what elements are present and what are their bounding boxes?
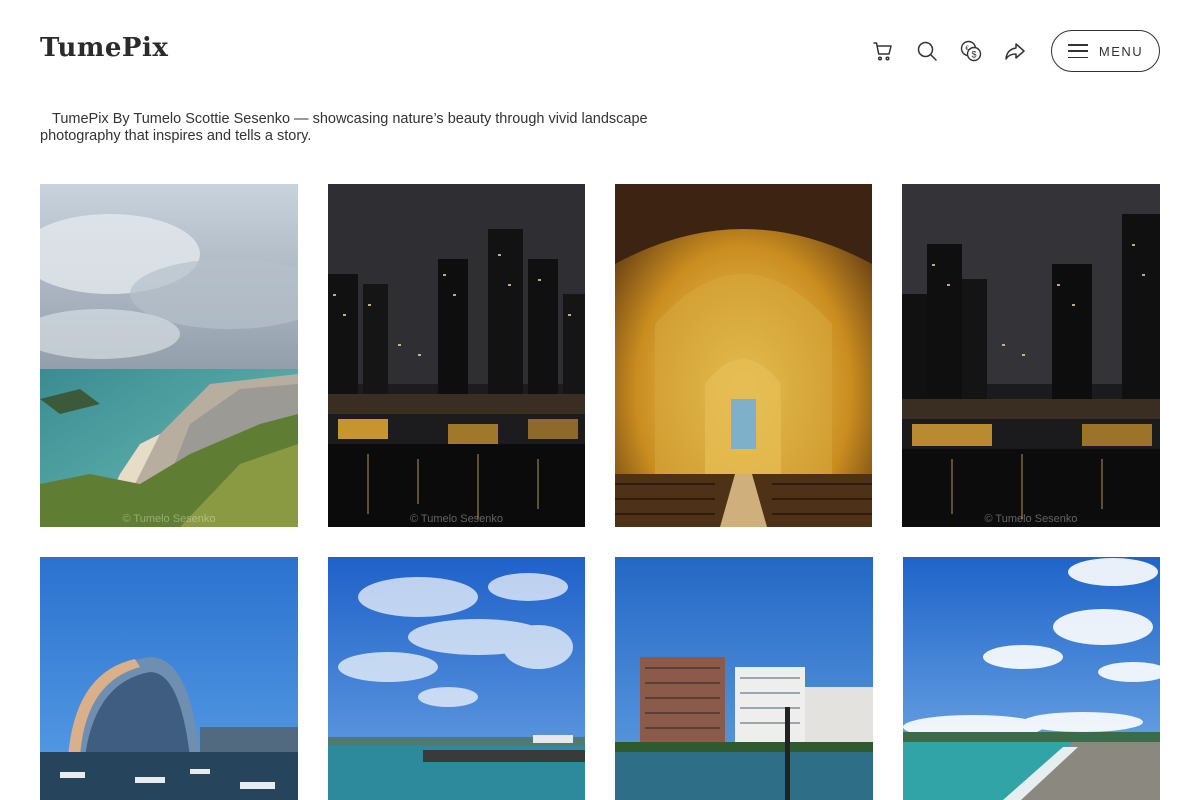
- menu-label: MENU: [1098, 43, 1144, 59]
- svg-text:$: $: [971, 50, 976, 60]
- share-icon[interactable]: [1000, 37, 1030, 65]
- gallery-photo-6[interactable]: [328, 557, 585, 800]
- photo-watermark: © Tumelo Sesenko: [122, 513, 216, 525]
- photo-watermark: © Tumelo Sesenko: [984, 513, 1078, 525]
- gallery-photo-2[interactable]: © Tumelo Sesenko: [328, 184, 585, 527]
- search-icon[interactable]: [912, 37, 942, 65]
- gallery-photo-1[interactable]: © Tumelo Sesenko: [40, 184, 298, 527]
- cart-icon[interactable]: [868, 37, 898, 65]
- site-header: TumePix $ € MENU: [0, 0, 1200, 100]
- gallery-photo-7[interactable]: [615, 557, 873, 800]
- gallery-photo-8[interactable]: [903, 557, 1160, 800]
- hamburger-icon: [1067, 44, 1088, 58]
- site-logo[interactable]: TumePix: [40, 33, 168, 63]
- menu-button[interactable]: MENU: [1051, 30, 1160, 72]
- site-tagline: TumePix By Tumelo Scottie Sesenko — show…: [40, 111, 648, 144]
- gallery-photo-5[interactable]: [40, 557, 298, 800]
- photo-watermark: © Tumelo Sesenko: [409, 513, 504, 525]
- gallery-photo-4[interactable]: © Tumelo Sesenko: [902, 184, 1160, 527]
- currency-icon[interactable]: $ €: [956, 37, 986, 65]
- gallery-photo-3[interactable]: [615, 184, 872, 527]
- header-actions: $ €: [868, 37, 1044, 65]
